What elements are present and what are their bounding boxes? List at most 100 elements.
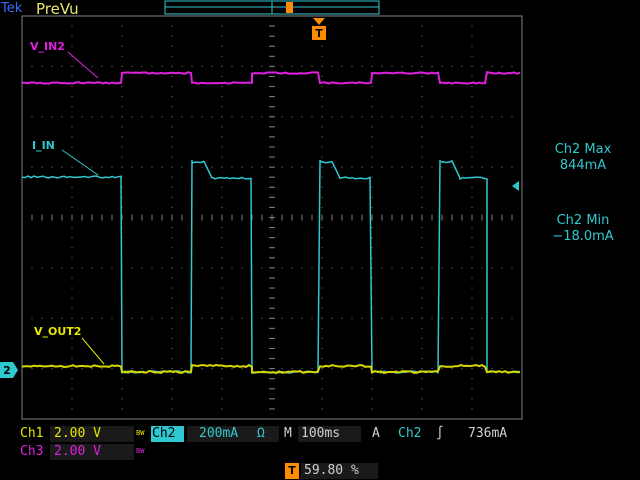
trigger-position-value[interactable]: 59.80 % xyxy=(301,463,378,479)
grid-dot xyxy=(112,267,113,268)
grid-dot xyxy=(222,167,223,168)
measurement-ch2-min[interactable]: Ch2 Min −18.0mA xyxy=(528,213,638,245)
grid-dot xyxy=(172,298,173,299)
grid-dot xyxy=(462,167,463,168)
grid-dot xyxy=(402,66,403,67)
grid-dot xyxy=(162,66,163,67)
trigger-level[interactable]: 736mA xyxy=(468,426,507,442)
grid-dot xyxy=(322,237,323,238)
grid-dot xyxy=(522,66,523,67)
ch2-scale[interactable]: 200mA Ω xyxy=(187,426,279,442)
grid-dot xyxy=(372,177,373,178)
grid-dot xyxy=(72,247,73,248)
trigger-source[interactable]: Ch2 xyxy=(398,426,421,442)
grid-dot xyxy=(142,116,143,117)
grid-dot xyxy=(372,378,373,379)
grid-dot xyxy=(152,267,153,268)
grid-dot xyxy=(32,167,33,168)
grid-dot xyxy=(472,106,473,107)
ch2-label[interactable]: Ch2 xyxy=(151,426,184,442)
grid-dot xyxy=(322,157,323,158)
grid-dot xyxy=(222,126,223,127)
grid-dot xyxy=(472,398,473,399)
grid-dot xyxy=(302,368,303,369)
grid-dot xyxy=(322,66,323,67)
grid-dot xyxy=(432,318,433,319)
grid-dot xyxy=(372,408,373,409)
trace-label-v-in2: V_IN2 xyxy=(30,40,65,53)
grid-dot xyxy=(372,106,373,107)
grid-dot xyxy=(172,136,173,137)
grid-dot xyxy=(72,187,73,188)
grid-dot xyxy=(472,257,473,258)
grid-dot xyxy=(72,116,73,117)
grid-dot xyxy=(422,227,423,228)
grid-dot xyxy=(72,237,73,238)
grid-dot xyxy=(372,187,373,188)
ch1-scale[interactable]: 2.00 V BW xyxy=(50,426,134,442)
grid-dot xyxy=(422,237,423,238)
grid-dot xyxy=(372,36,373,37)
grid-dot xyxy=(472,167,473,168)
grid-dot xyxy=(72,257,73,258)
grid-dot xyxy=(322,96,323,97)
grid-dot xyxy=(332,267,333,268)
grid-dot xyxy=(422,46,423,47)
grid-dot xyxy=(152,66,153,67)
grid-dot xyxy=(502,318,503,319)
grid-dot xyxy=(172,187,173,188)
grid-dot xyxy=(152,167,153,168)
grid-dot xyxy=(122,46,123,47)
measurement-ch2-max[interactable]: Ch2 Max 844mA xyxy=(528,142,638,174)
grid-dot xyxy=(142,267,143,268)
grid-dot xyxy=(472,348,473,349)
grid-dot xyxy=(62,66,63,67)
timebase-label[interactable]: M xyxy=(284,426,292,442)
grid-dot xyxy=(322,126,323,127)
grid-dot xyxy=(72,207,73,208)
trigger-position-arrow[interactable] xyxy=(313,18,325,25)
graticule xyxy=(22,16,523,420)
grid-dot xyxy=(122,86,123,87)
grid-dot xyxy=(512,318,513,319)
grid-dot xyxy=(472,66,473,67)
grid-dot xyxy=(322,318,323,319)
grid-dot xyxy=(372,96,373,97)
grid-dot xyxy=(422,16,423,17)
grid-dot xyxy=(442,66,443,67)
grid-dot xyxy=(322,338,323,339)
grid-dot xyxy=(322,419,323,420)
trigger-mode[interactable]: A xyxy=(372,426,380,442)
grid-dot xyxy=(222,237,223,238)
ch3-bw-limit: BW xyxy=(136,446,144,456)
grid-dot xyxy=(52,167,53,168)
grid-dot xyxy=(222,86,223,87)
grid-dot xyxy=(322,116,323,117)
ch3-label[interactable]: Ch3 xyxy=(20,444,43,460)
grid-dot xyxy=(242,368,243,369)
grid-dot xyxy=(222,66,223,67)
grid-dot xyxy=(232,167,233,168)
trigger-level-arrow[interactable] xyxy=(512,181,519,191)
grid-dot xyxy=(522,167,523,168)
grid-dot xyxy=(42,66,43,67)
grid-dot xyxy=(422,177,423,178)
grid-dot xyxy=(322,257,323,258)
grid-dot xyxy=(522,368,523,369)
grid-dot xyxy=(172,318,173,319)
grid-dot xyxy=(312,368,313,369)
ch3-scale[interactable]: 2.00 V BW xyxy=(50,444,134,460)
grid-dot xyxy=(372,86,373,87)
grid-dot xyxy=(172,388,173,389)
grid-dot xyxy=(492,167,493,168)
grid-dot xyxy=(482,116,483,117)
grid-dot xyxy=(412,318,413,319)
timebase-scale[interactable]: 100ms xyxy=(298,426,361,442)
grid-dot xyxy=(372,26,373,27)
grid-dot xyxy=(212,318,213,319)
ch1-label[interactable]: Ch1 xyxy=(20,426,43,442)
grid-dot xyxy=(472,187,473,188)
grid-dot xyxy=(82,318,83,319)
grid-dot xyxy=(152,368,153,369)
trigger-slope-icon[interactable]: ∫ xyxy=(436,426,444,442)
